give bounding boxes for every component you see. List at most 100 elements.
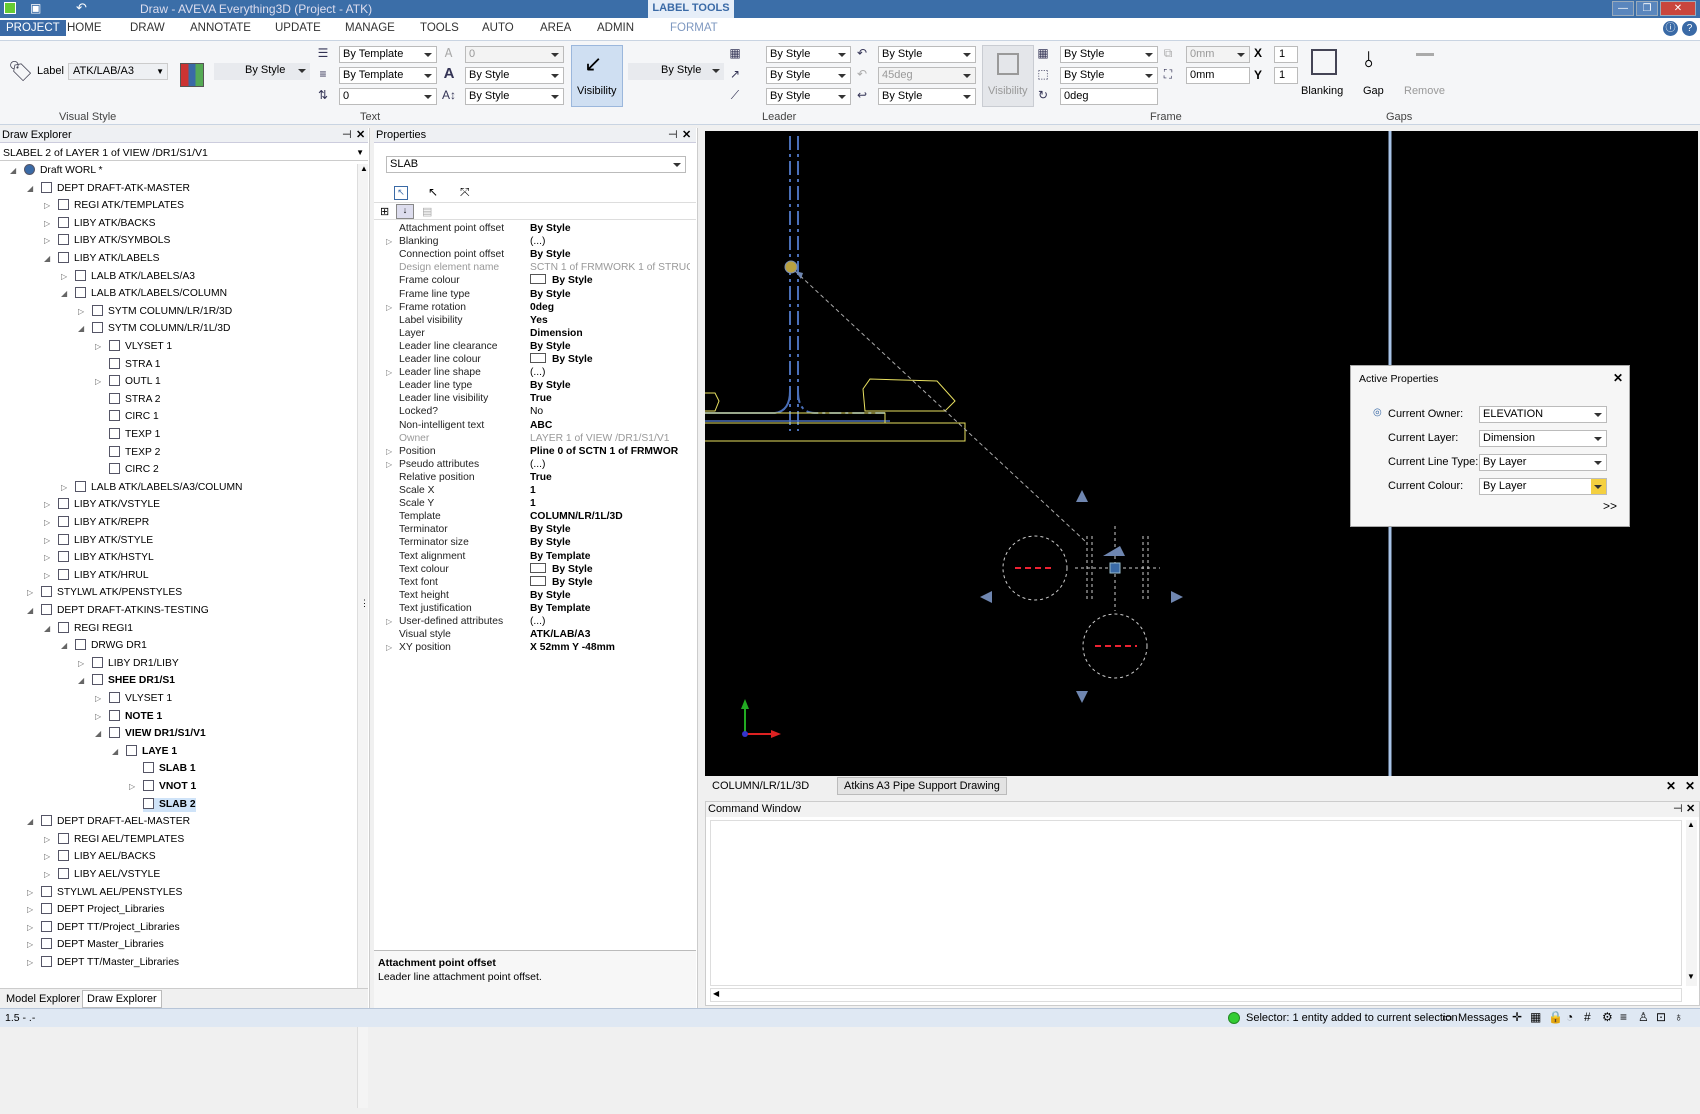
terminator-select[interactable]: By Style: [878, 46, 976, 63]
property-value[interactable]: COLUMN/LR/1L/3D: [530, 510, 690, 524]
property-row[interactable]: ▷ Blanking (...): [374, 235, 696, 249]
property-row[interactable]: Locked? No: [374, 405, 696, 419]
property-value[interactable]: Dimension: [530, 327, 690, 341]
tree-item[interactable]: DEPT DRAFT-ATK-MASTER: [41, 181, 190, 196]
frame-rotation-input[interactable]: 0deg: [1060, 88, 1158, 105]
target-icon[interactable]: ◎: [1373, 407, 1382, 418]
tree-expander-icon[interactable]: ◢: [112, 747, 120, 756]
property-value[interactable]: By Style: [530, 562, 690, 577]
crosshair-icon[interactable]: ✛: [1512, 1010, 1522, 1024]
tree-expander-icon[interactable]: ▷: [44, 571, 52, 580]
categorized-icon[interactable]: ⊞: [380, 205, 389, 218]
tree-expander-icon[interactable]: ▷: [61, 272, 69, 281]
tab-column-template[interactable]: COLUMN/LR/1L/3D: [712, 780, 809, 792]
pick-icon[interactable]: ↖: [428, 185, 438, 199]
minimize-button[interactable]: —: [1612, 1, 1634, 16]
property-value[interactable]: No: [530, 405, 690, 419]
snap-icon[interactable]: ◔: [1566, 1010, 1573, 1024]
tree-expander-icon[interactable]: ▷: [44, 500, 52, 509]
undo-icon[interactable]: ↶: [76, 0, 87, 16]
scale-x-input[interactable]: 1: [1274, 46, 1298, 63]
current-colour-select[interactable]: By Layer: [1479, 478, 1607, 495]
tree-item[interactable]: DEPT TT/Master_Libraries: [41, 956, 179, 970]
property-row[interactable]: Leader line visibility True: [374, 392, 696, 406]
property-value[interactable]: By Style: [530, 222, 690, 236]
leader-style-select[interactable]: By Style: [628, 63, 724, 80]
scroll-left-icon[interactable]: ◀: [713, 989, 719, 998]
tree-expander-icon[interactable]: ▷: [44, 553, 52, 562]
tree-item[interactable]: SLAB 2: [143, 797, 196, 812]
grip-right-arrow[interactable]: [1171, 591, 1183, 603]
tree-expander-icon[interactable]: ▷: [27, 905, 35, 914]
tab-admin[interactable]: ADMIN: [597, 22, 634, 34]
hash-icon[interactable]: #: [1584, 1010, 1591, 1024]
expand-icon[interactable]: ▷: [386, 615, 392, 629]
property-value[interactable]: By Template: [530, 602, 690, 616]
tab-auto[interactable]: AUTO: [482, 22, 514, 34]
text-angle-select[interactable]: 0: [465, 46, 564, 63]
scroll-up-icon[interactable]: ▲: [360, 164, 368, 173]
label-button[interactable]: Label: [37, 65, 64, 77]
pin-icon[interactable]: ⊣: [668, 128, 678, 143]
property-row[interactable]: Text colour By Style: [374, 562, 696, 577]
help-icon[interactable]: ?: [1682, 21, 1697, 36]
tree-item[interactable]: REGI AEL/TEMPLATES: [58, 832, 184, 847]
property-value[interactable]: (...): [530, 615, 690, 629]
tree-expander-icon[interactable]: ▷: [95, 694, 103, 703]
tree-item[interactable]: TEXP 2: [109, 445, 160, 460]
alphabetical-icon[interactable]: ↓: [396, 204, 414, 219]
text-font-select[interactable]: By Style: [465, 67, 564, 84]
current-owner-select[interactable]: ELEVATION: [1479, 406, 1607, 423]
property-value[interactable]: 1: [530, 497, 690, 511]
tree-expander-icon[interactable]: ▷: [44, 852, 52, 861]
frame-offset-y-input[interactable]: 0mm: [1186, 67, 1250, 84]
tree-expander-icon[interactable]: ◢: [61, 289, 69, 298]
expand-more-button[interactable]: >>: [1603, 499, 1617, 513]
command-scrollbar[interactable]: ▲ ▼: [1686, 820, 1697, 986]
property-row[interactable]: Non-intelligent text ABC: [374, 419, 696, 433]
tree-item[interactable]: SHEE DR1/S1: [92, 674, 175, 688]
property-value[interactable]: (...): [530, 235, 690, 249]
leader-line[interactable]: [794, 270, 1086, 542]
tree-expander-icon[interactable]: ▷: [44, 518, 52, 527]
messages-button[interactable]: Messages: [1458, 1012, 1508, 1024]
tree-item[interactable]: LIBY ATK/LABELS: [58, 252, 159, 266]
tab-annotate[interactable]: ANNOTATE: [190, 22, 251, 34]
frame-colour-select[interactable]: By Style: [1060, 46, 1158, 63]
command-output[interactable]: [710, 820, 1682, 986]
tree-item[interactable]: CIRC 1: [109, 410, 159, 424]
property-row[interactable]: Scale X 1: [374, 484, 696, 498]
tree-expander-icon[interactable]: ◢: [95, 729, 103, 738]
property-value[interactable]: True: [530, 471, 690, 485]
property-row[interactable]: Leader line clearance By Style: [374, 340, 696, 354]
tree-expander-icon[interactable]: ◢: [78, 324, 86, 333]
tree-expander-icon[interactable]: ◢: [61, 641, 69, 650]
property-value[interactable]: By Style: [530, 353, 690, 367]
expand-icon[interactable]: ▷: [386, 235, 392, 249]
messages-icon[interactable]: ▭: [1442, 1011, 1452, 1024]
scroll-up-icon[interactable]: ▲: [1687, 820, 1695, 829]
tree-expander-icon[interactable]: ◢: [27, 606, 35, 615]
tree-item[interactable]: Draft WORL *: [24, 164, 103, 178]
close-icon[interactable]: ✕: [1666, 779, 1676, 793]
element-type-select[interactable]: SLAB: [386, 156, 686, 173]
frame-linetype-select[interactable]: By Style: [1060, 67, 1158, 84]
tab-area[interactable]: AREA: [540, 22, 571, 34]
tree-item[interactable]: LIBY ATK/VSTYLE: [58, 498, 160, 512]
remove-gap-button[interactable]: Remove: [1402, 45, 1446, 105]
property-row[interactable]: Attachment point offset By Style: [374, 222, 696, 236]
tab-project[interactable]: PROJECT: [0, 20, 66, 36]
tab-draw[interactable]: DRAW: [130, 22, 165, 34]
property-row[interactable]: Scale Y 1: [374, 497, 696, 511]
property-row[interactable]: ▷ Position Pline 0 of SCTN 1 of FRMWOR: [374, 445, 696, 459]
tree-item[interactable]: STRA 1: [109, 357, 160, 372]
text-height-select[interactable]: By Style: [465, 88, 564, 105]
tree-item[interactable]: LIBY ATK/HRUL: [58, 568, 149, 583]
property-value[interactable]: LAYER 1 of VIEW /DR1/S1/V1: [530, 432, 690, 446]
tree-item[interactable]: TEXP 1: [109, 428, 160, 442]
tab-draw-explorer[interactable]: Draw Explorer: [82, 990, 162, 1008]
terminator-size-select[interactable]: By Style: [878, 88, 976, 105]
tree-item[interactable]: VLYSET 1: [109, 340, 172, 354]
property-row[interactable]: Visual style ATK/LAB/A3: [374, 628, 696, 642]
tree-item[interactable]: LIBY ATK/HSTYL: [58, 551, 154, 565]
